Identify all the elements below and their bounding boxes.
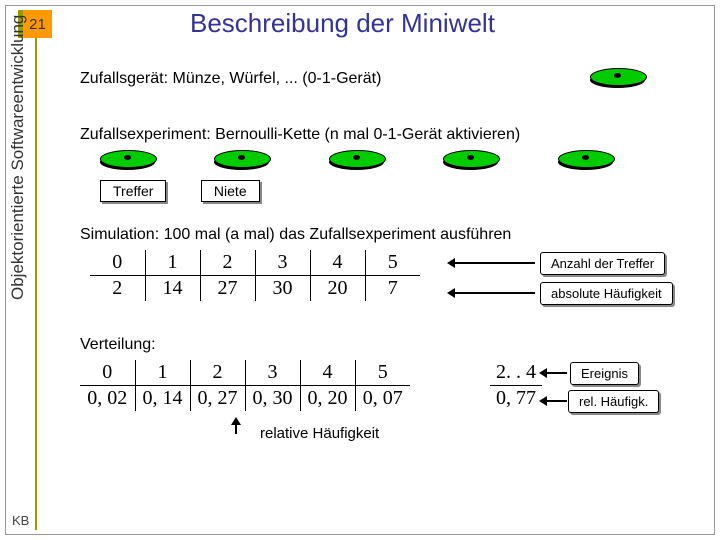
legend-relfreq: rel. Häufigk. — [568, 390, 659, 413]
coin-icon — [329, 150, 384, 168]
table-cell: 1 — [145, 250, 200, 276]
legend-count-values: absolute Häufigkeit — [540, 282, 673, 305]
line-distribution: Verteilung: — [80, 336, 156, 354]
table-cell: 4 — [310, 250, 365, 276]
table-cell: 5 — [355, 360, 410, 386]
table-cell: 4 — [300, 360, 355, 386]
line-device: Zufallsgerät: Münze, Würfel, ... (0-1-Ge… — [80, 70, 381, 87]
label-miss: Niete — [201, 180, 260, 202]
label-relfreq-bottom: relative Häufigkeit — [260, 425, 379, 442]
table-cell: 0 — [90, 250, 145, 276]
table-cell: 3 — [255, 250, 310, 276]
table-cell: 1 — [135, 360, 190, 386]
line-simulation: Simulation: 100 mal (a mal) das Zufallse… — [80, 226, 511, 244]
table-cell: 2 — [190, 360, 245, 386]
coin-icon — [590, 68, 645, 86]
table-cell: 2 — [90, 276, 145, 302]
slide-title: Beschreibung der Miniwelt — [190, 8, 495, 39]
footer-initials: KB — [12, 513, 29, 528]
coin-icon — [558, 150, 613, 168]
coin-icon — [443, 150, 498, 168]
legend-event: Ereignis — [570, 362, 639, 385]
table-cell: 5 — [365, 250, 420, 276]
table-cell: 3 — [245, 360, 300, 386]
content-area: Zufallsgerät: Münze, Würfel, ... (0-1-Ge… — [80, 70, 705, 525]
table-cell: 0, 14 — [135, 386, 190, 412]
counts-table: 0 1 2 3 4 5 2 14 27 30 20 7 — [90, 250, 420, 301]
arrow-icon — [450, 262, 535, 264]
coin-row — [100, 150, 668, 168]
arrow-icon — [450, 292, 535, 294]
table-cell: 20 — [310, 276, 365, 302]
table-cell: 7 — [365, 276, 420, 302]
table-cell: 0 — [80, 360, 135, 386]
vertical-divider — [35, 38, 37, 530]
table-cell: 0, 27 — [190, 386, 245, 412]
table-cell: 0, 02 — [80, 386, 135, 412]
label-hit: Treffer — [100, 180, 166, 202]
table-cell: 0, 20 — [300, 386, 355, 412]
distribution-table: 0 1 2 3 4 5 0, 02 0, 14 0, 27 0, 30 0, 2… — [80, 360, 410, 411]
table-cell: 0, 30 — [245, 386, 300, 412]
line-experiment: Zufallsexperiment: Bernoulli-Kette (n ma… — [80, 126, 520, 144]
arrow-icon — [542, 372, 567, 374]
side-label: Objektorientierte Softwareentwicklung — [8, 15, 28, 300]
coin-icon — [100, 150, 155, 168]
coin-icon — [214, 150, 269, 168]
table-cell: 0, 07 — [355, 386, 410, 412]
table-cell: 27 — [200, 276, 255, 302]
table-cell: 30 — [255, 276, 310, 302]
arrow-icon — [542, 400, 567, 402]
table-cell: 14 — [145, 276, 200, 302]
legend-count-header: Anzahl der Treffer — [540, 252, 665, 275]
arrow-icon — [235, 420, 237, 434]
table-cell: 2 — [200, 250, 255, 276]
